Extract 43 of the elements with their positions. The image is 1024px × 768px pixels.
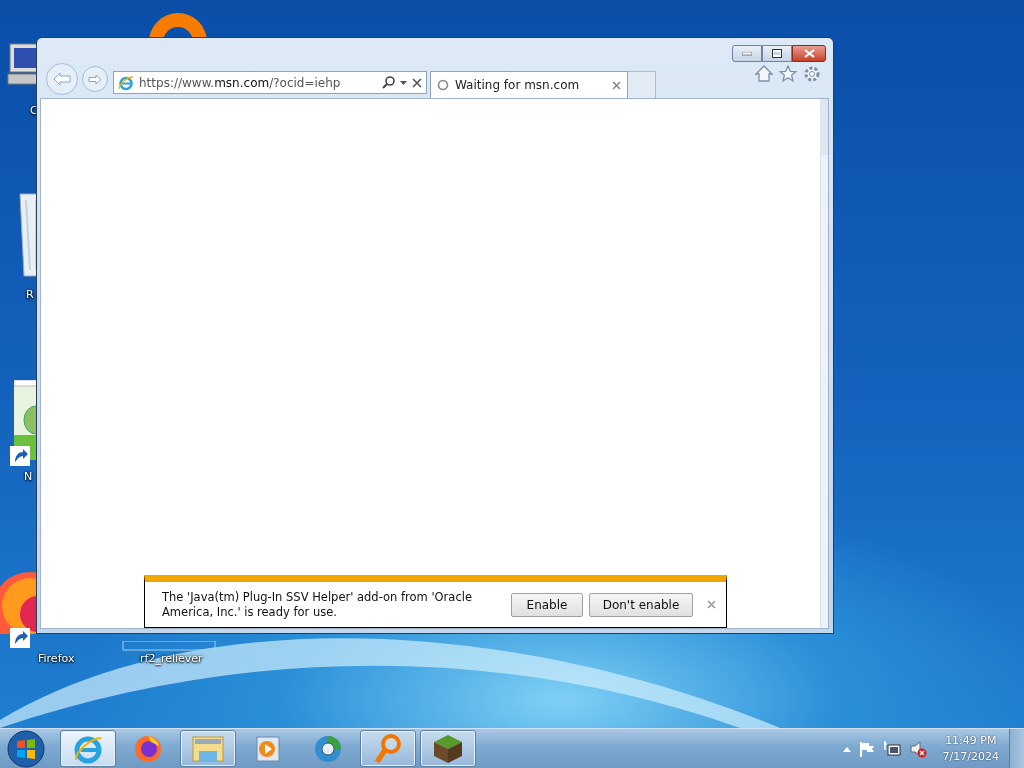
right-arrow-icon (88, 73, 102, 85)
dropdown-arrow-icon[interactable] (400, 80, 407, 85)
scrollbar[interactable] (820, 99, 828, 628)
browser-tab[interactable]: Waiting for msn.com (430, 71, 628, 98)
windows-logo-icon (7, 729, 45, 768)
media-player-icon (255, 734, 281, 763)
back-button[interactable] (46, 63, 78, 95)
network-icon[interactable] (882, 739, 901, 758)
magnifier-icon (373, 732, 403, 765)
star-icon[interactable] (779, 65, 797, 82)
desktop-icon-label[interactable]: R (26, 288, 34, 301)
close-icon (803, 49, 815, 58)
dont-enable-button[interactable]: Don't enable (589, 592, 693, 617)
show-desktop-button[interactable] (1009, 728, 1024, 768)
globe-icon (312, 733, 344, 764)
muted-speaker-icon[interactable] (908, 739, 927, 758)
ie-icon (118, 74, 134, 91)
firefox-icon (133, 733, 163, 764)
restore-icon (772, 49, 782, 58)
start-button[interactable] (4, 729, 48, 768)
flag-icon[interactable] (858, 740, 875, 757)
close-button[interactable] (792, 45, 826, 62)
grass-block-icon (432, 732, 464, 765)
search-icon[interactable] (382, 76, 395, 89)
close-icon[interactable] (612, 80, 621, 90)
minimize-icon (742, 51, 752, 56)
address-bar[interactable]: https://www.msn.com/?ocid=iehp (113, 71, 427, 94)
forward-button[interactable] (82, 66, 108, 92)
desktop-icon-label[interactable]: Firefox (38, 652, 75, 665)
stop-icon[interactable] (412, 77, 422, 88)
blank-icon[interactable] (122, 641, 216, 651)
taskbar-button[interactable] (420, 730, 476, 767)
notification-message: The 'Java(tm) Plug-In SSV Helper' add-on from 'Oracle America, Inc.' is ready for use. (162, 589, 473, 620)
desktop-icon-label[interactable]: C (30, 104, 38, 117)
left-arrow-icon (53, 72, 71, 86)
desktop-icon-label[interactable]: N (24, 470, 33, 483)
folder-icon (191, 734, 225, 763)
show-hidden-icons-icon[interactable] (842, 745, 851, 752)
maximize-button[interactable] (762, 45, 792, 62)
recycle-bin-icon[interactable] (16, 190, 36, 280)
enable-button[interactable]: Enable (511, 592, 583, 617)
address-text: https://www.msn.com/?ocid=iehp (139, 75, 342, 90)
close-icon[interactable] (707, 600, 716, 609)
